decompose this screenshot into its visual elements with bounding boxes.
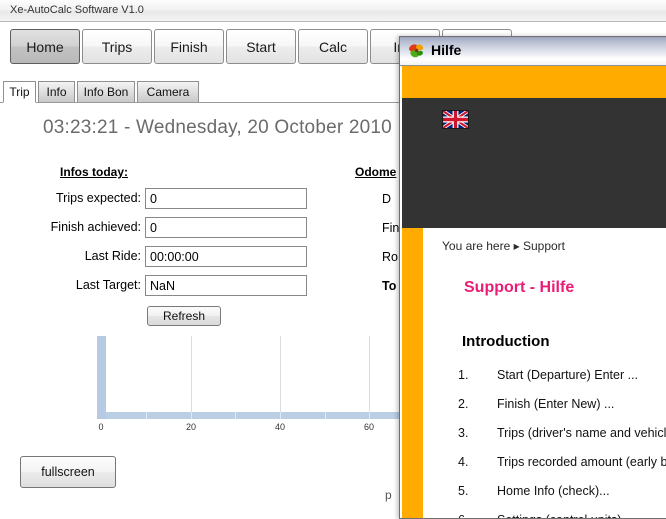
form-row: Last Target: (76, 275, 307, 297)
form-row: Finish achieved: (51, 217, 307, 239)
uk-flag-icon[interactable] (442, 110, 469, 129)
nav-button-finish[interactable]: Finish (154, 29, 224, 64)
odometer-label-1: Fin (382, 221, 400, 235)
chart-gridline (280, 336, 281, 419)
form-row: Last Ride: (85, 246, 307, 268)
app-title: Xe-AutoCalc Software V1.0 (10, 4, 144, 16)
trip-chart: 0 20 40 60 (0, 336, 406, 446)
chart-band-separator (280, 412, 281, 419)
app-titlebar: Xe-AutoCalc Software V1.0 (0, 0, 666, 22)
field-label-2: Last Ride: (84, 249, 141, 263)
hilfe-help-window[interactable]: Hilfe You are here ▸ Support Support - H… (399, 36, 666, 519)
list-item[interactable]: Home Info (check)... (497, 484, 610, 498)
clock-datetime-label: 03:23:21 - Wednesday, 20 October 2010 (43, 117, 392, 138)
odometer-label-0: D (382, 192, 392, 206)
partial-footer-text: p (385, 488, 392, 502)
chart-band-separator (191, 412, 192, 419)
chart-gridline (369, 336, 370, 419)
hilfe-window-title: Hilfe (431, 42, 462, 58)
fullscreen-button[interactable]: fullscreen (20, 456, 116, 488)
field-input-3[interactable] (145, 275, 307, 296)
chart-band-separator (146, 412, 147, 419)
form-row: Trips expected: (56, 188, 307, 210)
chart-plot-area: 0 20 40 60 (88, 336, 406, 432)
list-item[interactable]: Settings (control units)... (497, 513, 632, 518)
field-label-0: Trips expected: (56, 191, 141, 205)
refresh-button[interactable]: Refresh (147, 306, 221, 326)
infos-today-heading: Infos today: (60, 165, 128, 179)
list-item-number: 6. (458, 513, 468, 518)
hilfe-titlebar[interactable]: Hilfe (400, 37, 666, 66)
introduction-heading: Introduction (462, 333, 550, 350)
chart-band-separator (369, 412, 370, 419)
field-input-2[interactable] (145, 246, 307, 267)
field-input-1[interactable] (145, 217, 307, 238)
tab-info-bon[interactable]: Info Bon (77, 81, 135, 102)
nav-button-trips[interactable]: Trips (82, 29, 152, 64)
nav-button-home[interactable]: Home (10, 29, 80, 64)
field-input-0[interactable] (145, 188, 307, 209)
chart-gridline (191, 336, 192, 419)
list-item-number: 4. (458, 455, 469, 469)
odometer-label-2: Ro (382, 250, 398, 264)
page-title: Support - Hilfe (464, 279, 575, 296)
tab-info[interactable]: Info (38, 81, 75, 102)
tab-trip[interactable]: Trip (3, 81, 36, 103)
hilfe-dark-header-area (402, 98, 666, 228)
nav-button-calc[interactable]: Calc (298, 29, 368, 64)
hilfe-left-orange-stripe (402, 228, 423, 518)
list-item[interactable]: Finish (Enter New) ... (497, 397, 614, 411)
odometer-label-3: To (382, 279, 397, 293)
tab-camera[interactable]: Camera (137, 81, 199, 102)
chart-x-tick-label: 0 (98, 422, 104, 432)
butterfly-app-icon (408, 42, 426, 60)
nav-button-start[interactable]: Start (226, 29, 296, 64)
chart-x-tick-label: 60 (363, 422, 375, 432)
chart-band-separator (235, 412, 236, 419)
list-item-number: 1. (458, 368, 469, 382)
chart-x-tick-label: 40 (274, 422, 286, 432)
list-item[interactable]: Trips (driver's name and vehicl (497, 426, 666, 440)
list-item-number: 5. (458, 484, 469, 498)
list-item-number: 3. (458, 426, 469, 440)
list-item[interactable]: Start (Departure) Enter ... (497, 368, 638, 382)
odometer-heading: Odome (355, 165, 397, 179)
field-label-1: Finish achieved: (50, 220, 141, 234)
list-item-number: 2. (458, 397, 469, 411)
breadcrumb: You are here ▸ Support (442, 239, 565, 253)
chart-x-tick-label: 20 (185, 422, 197, 432)
list-item[interactable]: Trips recorded amount (early b (497, 455, 666, 469)
field-label-3: Last Target: (75, 278, 141, 292)
hilfe-content-body: You are here ▸ Support Support - Hilfe I… (402, 228, 666, 518)
chart-band-separator (325, 412, 326, 419)
chart-bar (97, 336, 106, 419)
hilfe-orange-banner (402, 66, 666, 98)
